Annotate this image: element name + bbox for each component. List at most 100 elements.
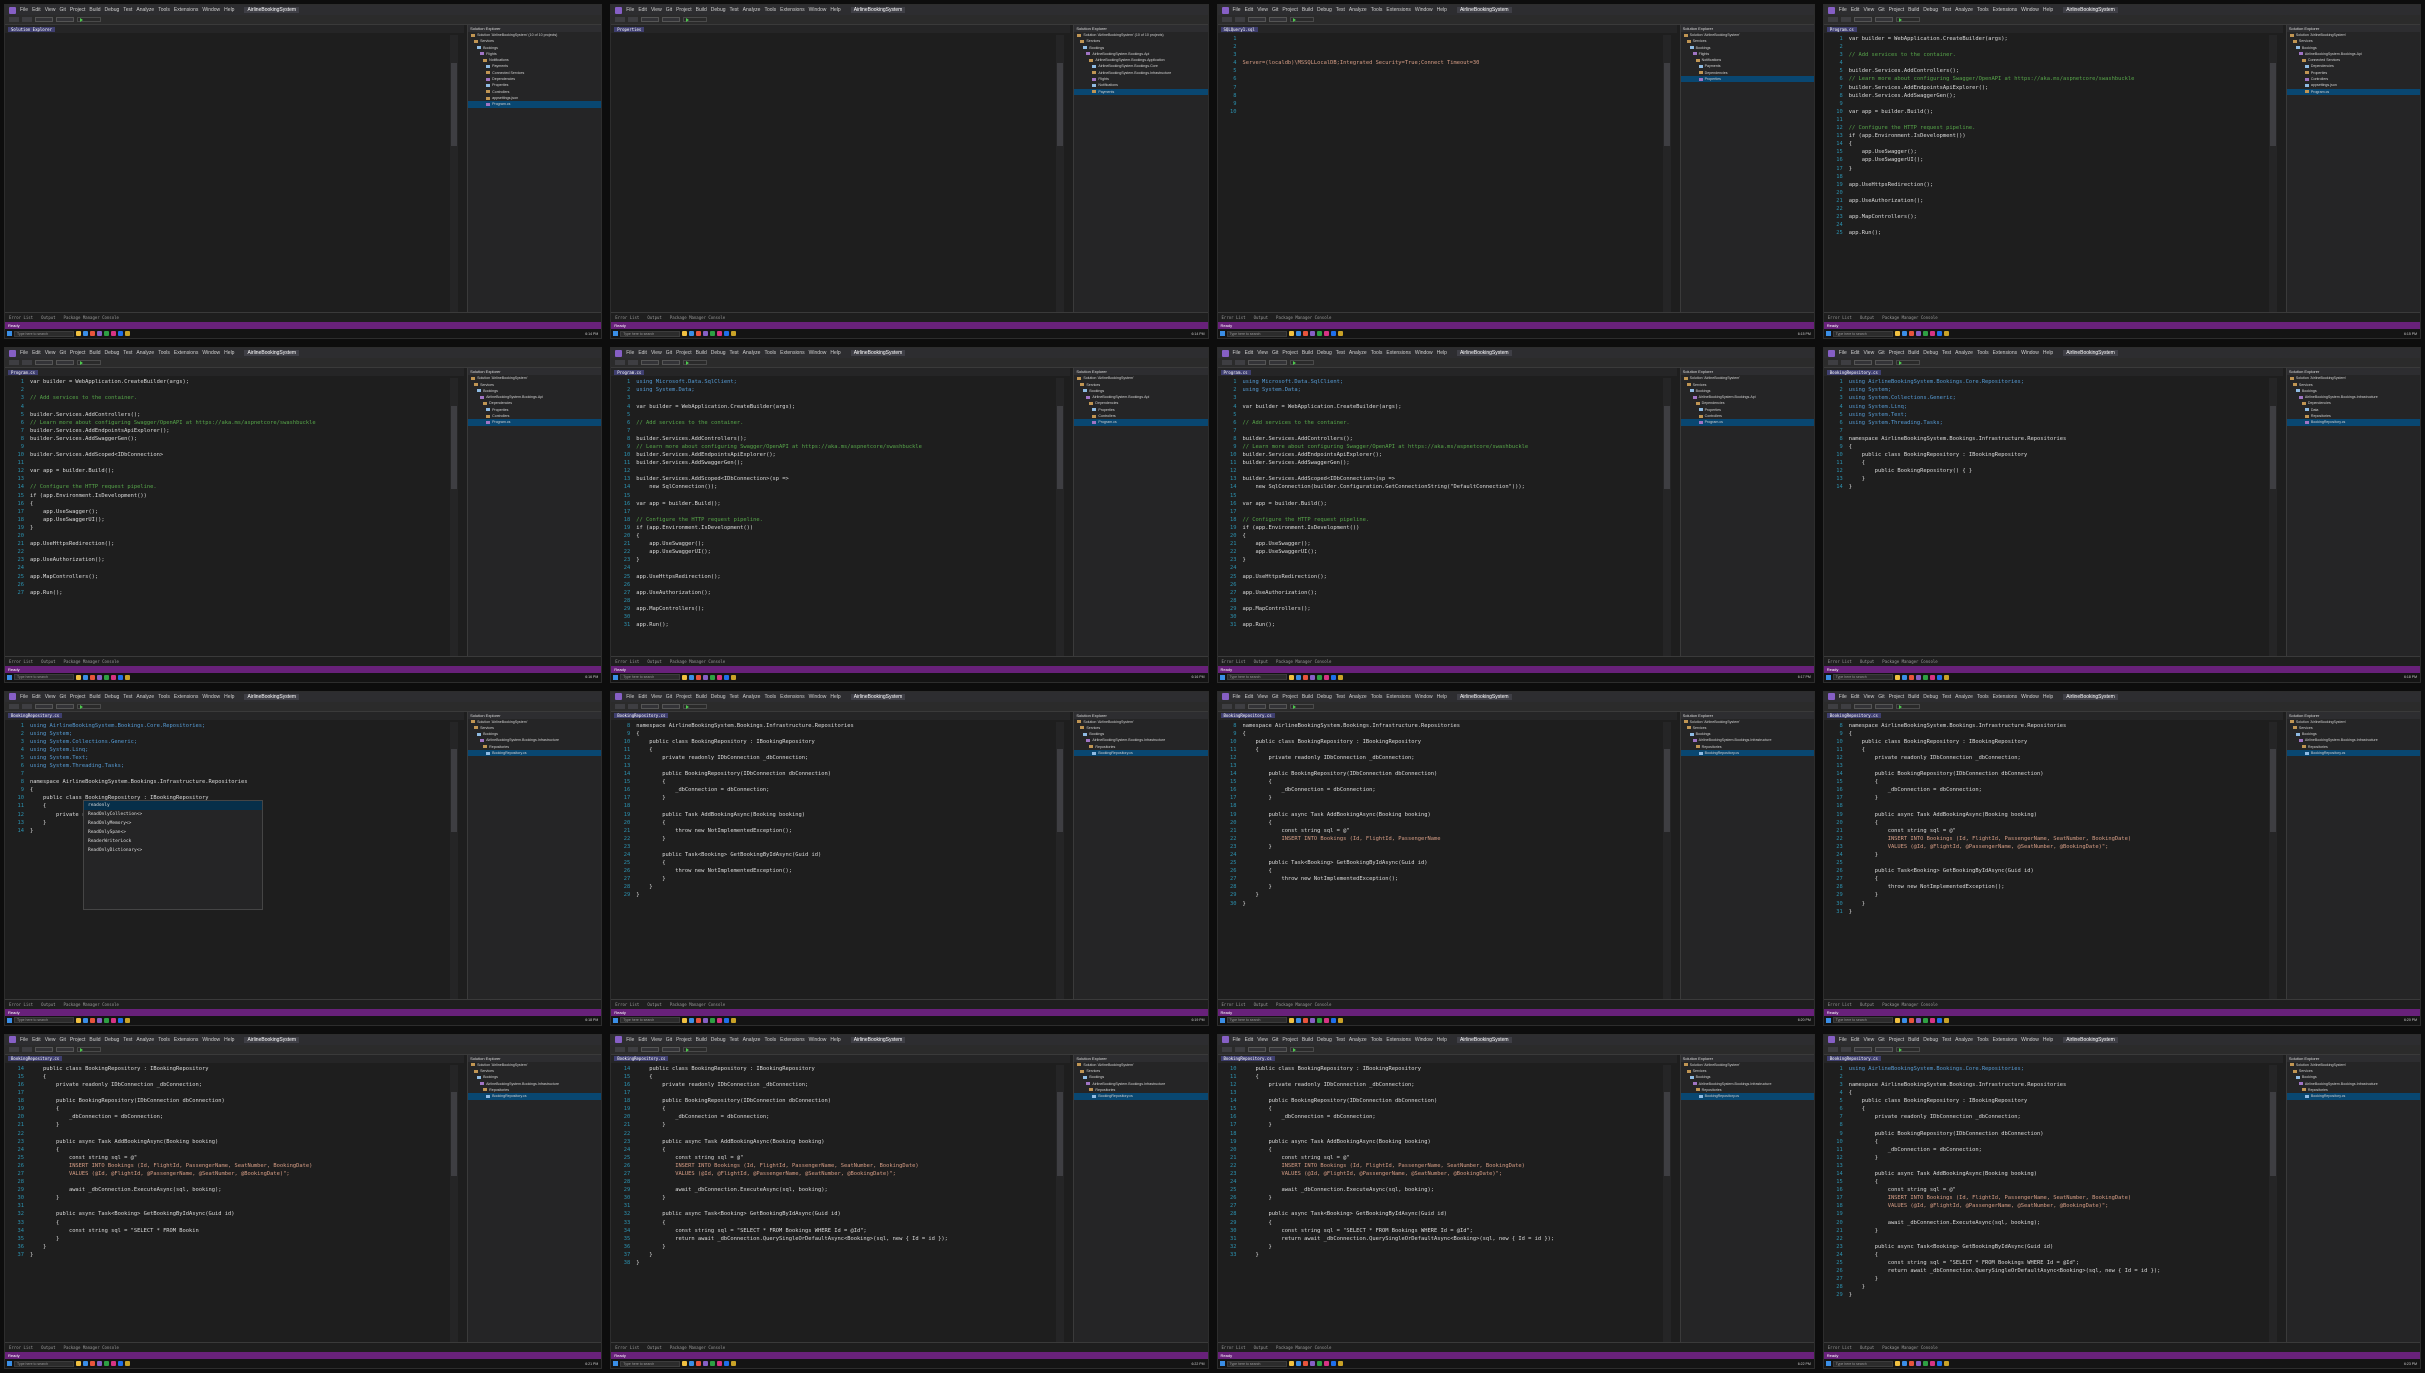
code-line[interactable]: 12 private readonly IDbConnection _dbCon… — [1827, 754, 2268, 762]
visual-studio-icon[interactable] — [703, 674, 709, 680]
start-debugging-button[interactable] — [1289, 703, 1314, 709]
menu-view[interactable]: View — [651, 7, 662, 13]
menu-extensions[interactable]: Extensions — [1993, 1037, 2017, 1043]
code-line[interactable]: 12 } — [1827, 1154, 2268, 1162]
forward-button[interactable] — [1840, 1046, 1851, 1052]
app-icon[interactable] — [111, 1361, 116, 1366]
solution-tree-item[interactable]: BookingRepository.cs — [468, 1093, 602, 1100]
code-line[interactable]: 24 — [1221, 851, 1662, 859]
menu-analyze[interactable]: Analyze — [136, 350, 154, 356]
code-line[interactable]: 17 INSERT INTO Bookings (Id, FlightId, P… — [1827, 1194, 2268, 1202]
output-tab[interactable]: Error List — [9, 659, 33, 664]
code-line[interactable]: 25 const string sql = @" — [8, 1154, 449, 1162]
platform-select[interactable] — [56, 17, 74, 22]
code-line[interactable]: 2 using System.Data; — [614, 386, 1055, 394]
code-line[interactable]: 1 using Microsoft.Data.SqlClient; — [1221, 378, 1662, 386]
code-line[interactable]: 18 — [1827, 802, 2268, 810]
file-explorer-icon[interactable] — [682, 1017, 688, 1023]
code-line[interactable]: 15 — [1221, 492, 1662, 500]
taskbar-search-input[interactable]: Type here to search — [14, 674, 74, 680]
code-line[interactable]: 8 namespace AirlineBookingSystem.Bookings… — [8, 778, 449, 786]
code-line[interactable]: 25 await _dbConnection.ExecuteAsync(sql,… — [1221, 1186, 1662, 1194]
menu-project[interactable]: Project — [1282, 1037, 1298, 1043]
chrome-icon[interactable] — [1908, 331, 1914, 337]
start-debugging-button[interactable] — [1289, 17, 1314, 22]
output-tab[interactable]: Error List — [615, 659, 639, 664]
code-line[interactable]: 6// Add services to the container. — [1221, 419, 1662, 427]
code-line[interactable]: 15 — [614, 492, 1055, 500]
code-line[interactable]: 9// Learn more about configuring Swagger… — [1221, 443, 1662, 451]
taskbar-search-input[interactable]: Type here to search — [1226, 1017, 1287, 1024]
active-document-tab[interactable]: Program.cs — [1826, 26, 1857, 32]
start-debugging-button[interactable] — [1289, 360, 1314, 366]
code-line[interactable]: 11 — [8, 459, 449, 467]
forward-button[interactable] — [1840, 360, 1851, 366]
output-tab[interactable]: Package Manager Console — [670, 1345, 725, 1350]
menu-extensions[interactable]: Extensions — [780, 350, 804, 356]
menu-project[interactable]: Project — [70, 7, 86, 13]
code-line[interactable]: 31 return await _dbConnection.QuerySingl… — [1221, 1235, 1662, 1243]
editor-scrollbar[interactable] — [450, 378, 459, 656]
active-document-tab[interactable]: BookingRepository.cs — [1826, 1056, 1881, 1062]
windows-start-icon[interactable] — [7, 1017, 12, 1023]
windows-start-icon[interactable] — [1219, 674, 1225, 680]
code-line[interactable]: 3 — [1221, 394, 1662, 402]
code-line[interactable]: 30 — [614, 613, 1055, 621]
file-explorer-icon[interactable] — [682, 674, 688, 680]
code-line[interactable]: 2 using System.Data; — [1221, 386, 1662, 394]
code-line[interactable]: 21 } — [8, 1121, 449, 1129]
menu-help[interactable]: Help — [830, 7, 840, 13]
code-line[interactable]: 27 app.UseAuthorization(); — [1221, 589, 1662, 597]
output-tab[interactable]: Error List — [615, 1002, 639, 1007]
solution-tree-item[interactable]: BookingRepository.cs — [1680, 1093, 1814, 1100]
menu-tools[interactable]: Tools — [1371, 350, 1383, 356]
back-button[interactable] — [1221, 360, 1232, 366]
menu-test[interactable]: Test — [1336, 1037, 1345, 1043]
code-line[interactable]: 3 using System.Collections.Generic; — [1827, 394, 2268, 402]
code-line[interactable]: 15 { — [8, 1073, 449, 1081]
code-line[interactable]: 23 public async Task AddBookingAsync(Boo… — [8, 1138, 449, 1146]
code-line[interactable]: 16 private readonly IDbConnection _dbCon… — [614, 1081, 1055, 1089]
menu-git[interactable]: Git — [1272, 1037, 1278, 1043]
output-tab[interactable]: Package Manager Console — [64, 1345, 119, 1350]
menu-file[interactable]: File — [626, 1037, 634, 1043]
output-tab[interactable]: Output — [1254, 659, 1268, 664]
configuration-select[interactable] — [641, 1046, 660, 1052]
intellisense-popup[interactable]: readonly ReadOnlyCollection<> ReadOnlyMemo… — [83, 799, 263, 910]
code-line[interactable]: 25 { — [614, 859, 1055, 867]
code-line[interactable]: 9{ — [1827, 443, 2268, 451]
code-line[interactable]: 14} — [1827, 483, 2268, 491]
code-line[interactable]: 24 { — [8, 1146, 449, 1154]
code-line[interactable]: 10 public class BookingRepository : IBoo… — [1827, 451, 2268, 459]
code-editor[interactable]: 1 var builder = WebApplication.CreateBuil… — [8, 378, 450, 656]
configuration-select[interactable] — [1853, 1046, 1872, 1052]
code-line[interactable]: 16 _dbConnection = dbConnection; — [614, 786, 1055, 794]
forward-button[interactable] — [1840, 703, 1851, 709]
configuration-select[interactable] — [35, 1046, 53, 1052]
code-line[interactable]: 9 public BookingRepository(IDbConnection… — [1827, 1130, 2268, 1138]
code-line[interactable]: 14 public class BookingRepository : IBoo… — [8, 1065, 449, 1073]
menu-help[interactable]: Help — [224, 1037, 234, 1043]
code-line[interactable]: 10 public class BookingRepository : IBoo… — [1827, 738, 2268, 746]
solution-tree-item[interactable]: BookingRepository.cs — [468, 749, 602, 757]
file-explorer-icon[interactable] — [76, 1361, 81, 1366]
windows-start-icon[interactable] — [613, 331, 619, 337]
code-line[interactable]: 4 Server=(localdb)\MSSQLLocalDB;Integrate… — [1221, 59, 1662, 67]
active-document-tab[interactable]: Program.cs — [8, 369, 39, 375]
code-line[interactable]: 2 — [1827, 43, 2268, 51]
menu-extensions[interactable]: Extensions — [174, 350, 198, 356]
intellisense-item[interactable]: ReadOnlyMemory<> — [84, 819, 262, 828]
active-document-tab[interactable]: Properties — [614, 26, 645, 32]
edge-icon[interactable] — [1295, 331, 1301, 337]
code-line[interactable]: 28 — [614, 597, 1055, 605]
menu-tools[interactable]: Tools — [1371, 694, 1383, 700]
code-line[interactable]: 19 { — [614, 1105, 1055, 1113]
menu-view[interactable]: View — [1257, 1037, 1268, 1043]
code-line[interactable]: 21 const string sql = @" — [1221, 827, 1662, 835]
code-line[interactable]: 27 VALUES (@Id, @FlightId, @PassengerNam… — [614, 1170, 1055, 1178]
code-line[interactable]: 20 _dbConnection = dbConnection; — [8, 1113, 449, 1121]
menu-project[interactable]: Project — [676, 1037, 692, 1043]
app-icon[interactable] — [104, 674, 109, 680]
active-document-tab[interactable]: Program.cs — [614, 369, 645, 375]
app-icon[interactable] — [1936, 331, 1942, 337]
